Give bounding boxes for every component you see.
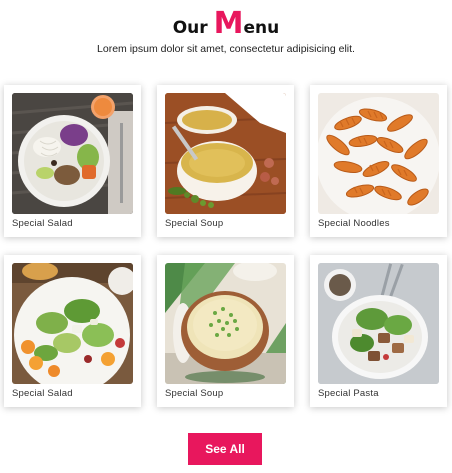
menu-card-label: Special Salad xyxy=(12,218,73,229)
heading-rest: enu xyxy=(243,18,280,38)
salad-bowl-image xyxy=(12,93,133,214)
menu-card[interactable]: Special Salad xyxy=(4,255,141,407)
menu-card[interactable]: Special Salad xyxy=(4,85,141,237)
menu-card-label: Special Noodles xyxy=(318,218,390,229)
heading-prefix: Our xyxy=(172,18,208,38)
see-all-button[interactable]: See All xyxy=(188,433,262,465)
menu-section: Our Menu Lorem ipsum dolor sit amet, cons… xyxy=(0,0,452,473)
menu-card-label: Special Soup xyxy=(165,388,224,399)
heading-big-letter: M xyxy=(213,6,244,41)
menu-card-label: Special Pasta xyxy=(318,388,379,399)
menu-card-label: Special Salad xyxy=(12,388,73,399)
section-subtitle: Lorem ipsum dolor sit amet, consectetur … xyxy=(97,43,355,55)
menu-card[interactable]: Special Soup xyxy=(157,255,294,407)
menu-card-label: Special Soup xyxy=(165,218,224,229)
salad-plate-image xyxy=(12,263,133,384)
menu-card[interactable]: Special Noodles xyxy=(310,85,447,237)
pasta-salad-bowl-image xyxy=(318,263,439,384)
soup-bowl-image xyxy=(165,93,286,214)
menu-card[interactable]: Special Pasta xyxy=(310,255,447,407)
section-heading: Our Menu xyxy=(0,6,452,41)
broth-bowl-image xyxy=(165,263,286,384)
menu-card[interactable]: Special Soup xyxy=(157,85,294,237)
fusilli-pasta-image xyxy=(318,93,439,214)
